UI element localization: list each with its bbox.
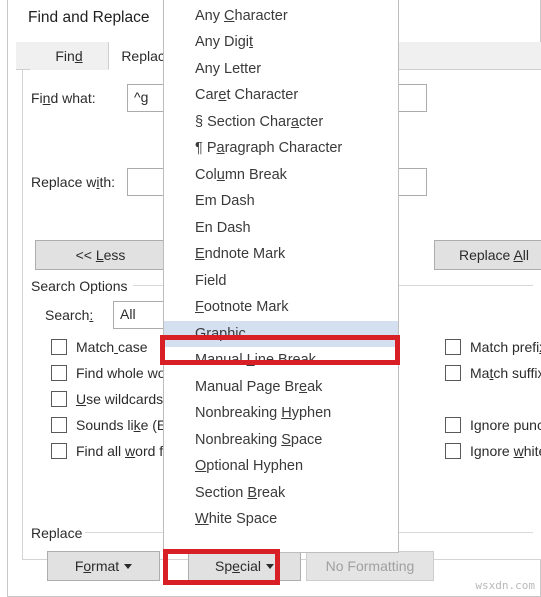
checkbox-find-all-word-forms[interactable] bbox=[51, 443, 67, 459]
chevron-down-icon bbox=[124, 564, 133, 570]
menu-item-optional-hyphen[interactable]: Optional Hyphen bbox=[164, 453, 398, 480]
checkbox-label-ignore-whitespace: Ignore white-s bbox=[470, 443, 541, 459]
tab-find[interactable]: Find bbox=[30, 42, 108, 70]
checkbox-find-whole-words[interactable] bbox=[51, 365, 67, 381]
menu-item-white-space[interactable]: White Space bbox=[164, 506, 398, 533]
menu-item-any-character[interactable]: Any Character bbox=[164, 3, 398, 30]
menu-item-any-digit[interactable]: Any Digit bbox=[164, 29, 398, 56]
find-what-label: Find what: bbox=[31, 90, 96, 106]
checkbox-label-match-case: Match case bbox=[76, 339, 148, 355]
dialog-title: Find and Replace bbox=[28, 9, 150, 26]
checkbox-ignore-whitespace[interactable] bbox=[445, 443, 461, 459]
less-button[interactable]: << Less bbox=[35, 240, 166, 270]
checkbox-match-prefix[interactable] bbox=[445, 339, 461, 355]
replace-with-label: Replace with: bbox=[31, 174, 116, 190]
menu-item-en-dash[interactable]: En Dash bbox=[164, 215, 398, 242]
checkbox-label-match-suffix: Match suffix bbox=[470, 365, 541, 381]
menu-item-column-break[interactable]: Column Break bbox=[164, 162, 398, 189]
search-options-group-label: Search Options bbox=[31, 278, 128, 294]
menu-item-nonbreaking-hyphen[interactable]: Nonbreaking Hyphen bbox=[164, 400, 398, 427]
checkbox-label-use-wildcards: Use wildcards bbox=[76, 391, 164, 407]
no-formatting-button: No Formatting bbox=[306, 551, 434, 581]
menu-item-manual-page-break[interactable]: Manual Page Break bbox=[164, 374, 398, 401]
menu-item-section-character[interactable]: § Section Character bbox=[164, 109, 398, 136]
checkbox-use-wildcards[interactable] bbox=[51, 391, 67, 407]
checkbox-match-case[interactable] bbox=[51, 339, 67, 355]
checkbox-ignore-punctuation[interactable] bbox=[445, 417, 461, 433]
chevron-down-icon bbox=[265, 564, 274, 570]
menu-item-nonbreaking-space[interactable]: Nonbreaking Space bbox=[164, 427, 398, 454]
menu-item-section-break[interactable]: Section Break bbox=[164, 480, 398, 507]
screenshot-root: Find and Replace Find Replace Find what:… bbox=[0, 0, 541, 597]
checkbox-label-match-prefix: Match prefix bbox=[470, 339, 541, 355]
checkbox-match-suffix[interactable] bbox=[445, 365, 461, 381]
menu-item-endnote-mark[interactable]: Endnote Mark bbox=[164, 241, 398, 268]
menu-item-graphic[interactable]: Graphic bbox=[164, 320, 398, 347]
special-button[interactable]: Special bbox=[188, 551, 301, 581]
menu-item-em-dash[interactable]: Em Dash bbox=[164, 188, 398, 215]
menu-item-footnote-mark[interactable]: Footnote Mark bbox=[164, 294, 398, 321]
checkbox-label-ignore-punctuation: Ignore punctu bbox=[470, 417, 541, 433]
menu-item-any-letter[interactable]: Any Letter bbox=[164, 56, 398, 83]
search-scope-label: Search: bbox=[45, 307, 94, 323]
replace-group-label: Replace bbox=[31, 525, 83, 541]
watermark: wsxdn.com bbox=[475, 579, 535, 592]
menu-item-field[interactable]: Field bbox=[164, 268, 398, 295]
special-dropdown-menu[interactable]: Tab CharacterAny CharacterAny DigitAny L… bbox=[163, 0, 399, 553]
format-button[interactable]: Format bbox=[47, 551, 160, 581]
menu-item-paragraph-character[interactable]: ¶ Paragraph Character bbox=[164, 135, 398, 162]
menu-item-caret-character[interactable]: Caret Character bbox=[164, 82, 398, 109]
menu-item-manual-line-break[interactable]: Manual Line Break bbox=[164, 347, 398, 374]
replace-all-button[interactable]: Replace All bbox=[434, 240, 541, 270]
checkbox-sounds-like[interactable] bbox=[51, 417, 67, 433]
